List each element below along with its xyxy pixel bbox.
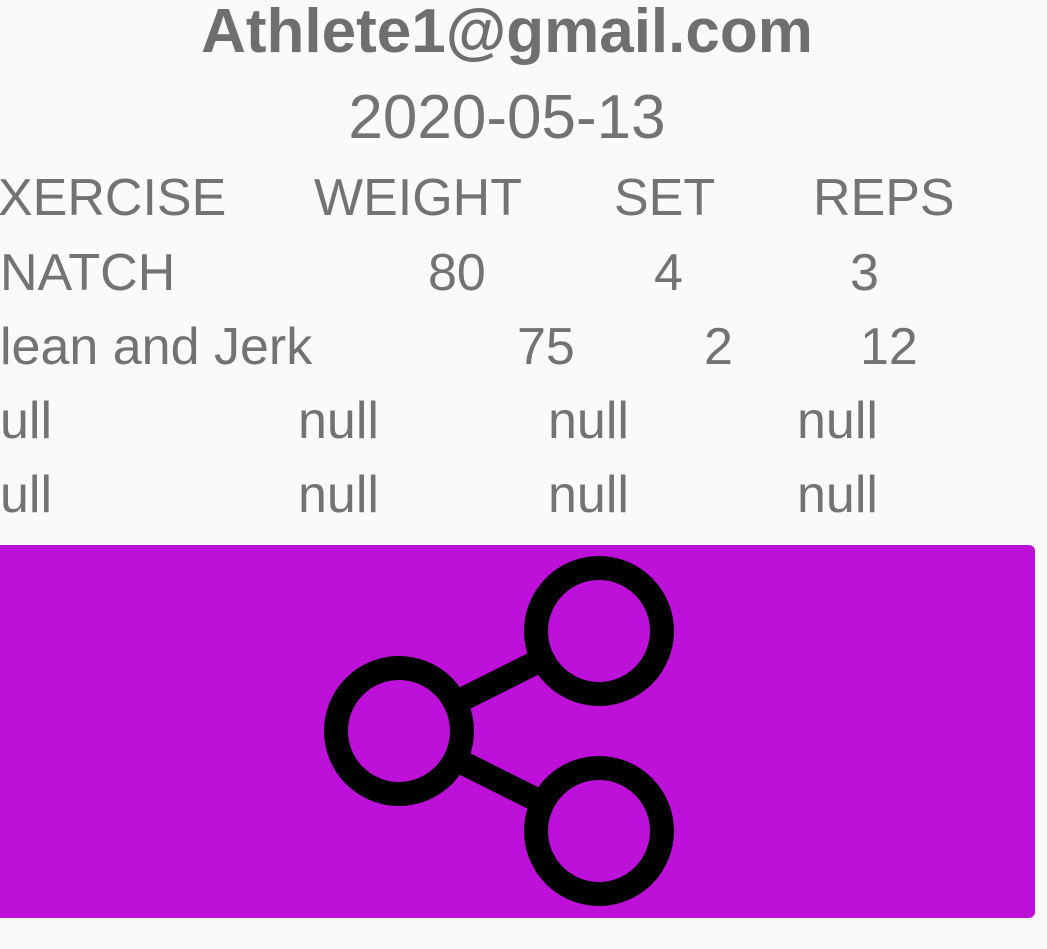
cell-set: 4 — [654, 244, 683, 302]
cell-exercise: lean and Jerk — [0, 318, 313, 376]
column-header-set: SET — [614, 169, 716, 227]
cell-set: null — [548, 466, 629, 524]
cell-set: null — [548, 392, 629, 450]
cell-weight: null — [298, 392, 379, 450]
cell-weight: 75 — [517, 318, 575, 376]
share-icon — [324, 556, 674, 906]
cell-reps: null — [797, 466, 878, 524]
athlete-email: Athlete1@gmail.com — [201, 0, 813, 66]
workout-date: 2020-05-13 — [348, 83, 666, 152]
cell-reps: null — [797, 392, 878, 450]
cell-exercise: ull — [0, 392, 53, 450]
cell-weight: null — [298, 466, 379, 524]
cell-reps: 3 — [850, 244, 879, 302]
share-button[interactable] — [0, 545, 1035, 918]
cell-weight: 80 — [428, 244, 486, 302]
cell-set: 2 — [704, 318, 733, 376]
cell-exercise: ull — [0, 466, 53, 524]
cell-reps: 12 — [860, 318, 918, 376]
column-header-weight: WEIGHT — [314, 169, 522, 227]
workout-detail-screen: Athlete1@gmail.com 2020-05-13 XERCISE WE… — [0, 0, 1047, 949]
cell-exercise: NATCH — [0, 244, 176, 302]
column-header-exercise: XERCISE — [0, 169, 227, 227]
column-header-reps: REPS — [813, 169, 955, 227]
